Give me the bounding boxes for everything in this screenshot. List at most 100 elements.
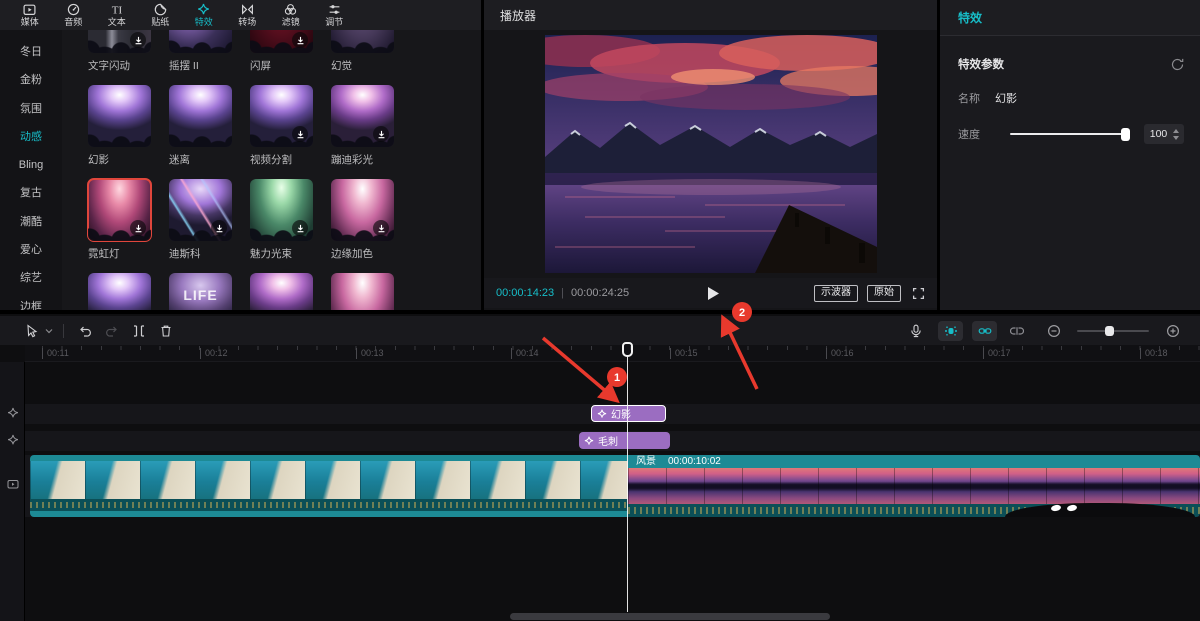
original-button[interactable]: 原始 <box>867 285 901 302</box>
video-preview[interactable] <box>545 35 877 273</box>
effect-category[interactable]: 冬日 <box>20 43 42 62</box>
video-clip-2[interactable]: 风景 00:00:10:02 <box>628 455 1200 517</box>
effect-label: 迷离 <box>169 152 232 167</box>
effect-thumbnail[interactable] <box>88 30 151 53</box>
effect-item[interactable]: 摇摆 II <box>169 30 232 85</box>
tab-transition[interactable]: 转场 <box>226 3 270 28</box>
zoom-in-icon[interactable] <box>1159 321 1186 341</box>
split-icon[interactable] <box>125 321 152 341</box>
effect-thumbnail[interactable] <box>250 179 313 241</box>
tab-effects[interactable]: 特效 <box>182 3 226 28</box>
video-clip-1[interactable] <box>30 455 628 517</box>
effect-category[interactable]: 综艺 <box>20 269 42 288</box>
tab-text[interactable]: TI 文本 <box>95 3 139 28</box>
effect-category[interactable]: 复古 <box>20 184 42 203</box>
effect-item[interactable]: 幻影 <box>88 85 151 179</box>
effect-thumbnail[interactable] <box>331 85 394 147</box>
speed-value-box[interactable]: 100 <box>1144 124 1184 144</box>
zoom-out-icon[interactable] <box>1040 321 1067 341</box>
tab-adjust[interactable]: 调节 <box>313 3 357 28</box>
tab-media[interactable]: 媒体 <box>8 3 52 28</box>
effect-thumbnail[interactable] <box>88 273 151 310</box>
effect-thumbnail[interactable] <box>331 30 394 53</box>
effect-thumbnail[interactable] <box>88 179 151 241</box>
effect-track-icon[interactable] <box>7 407 19 419</box>
effect-thumbnail[interactable] <box>88 85 151 147</box>
effect-item[interactable] <box>250 273 313 310</box>
tab-audio[interactable]: 音频 <box>52 3 96 28</box>
effect-thumbnail[interactable] <box>331 179 394 241</box>
effect-label: 幻觉 <box>331 58 394 73</box>
delete-icon[interactable] <box>152 321 179 341</box>
tab-sticker[interactable]: 贴纸 <box>139 3 183 28</box>
speed-slider-knob[interactable] <box>1121 128 1130 141</box>
effect-item[interactable]: 闪屏 <box>250 30 313 85</box>
curve-handle[interactable] <box>1066 504 1077 512</box>
play-button[interactable] <box>706 286 722 301</box>
video-track-icon[interactable] <box>7 478 19 490</box>
timeline-zoom-knob[interactable] <box>1105 326 1114 336</box>
effect-item[interactable]: 蹦迪彩光 <box>331 85 394 179</box>
effect-category[interactable]: 潮酷 <box>20 213 42 232</box>
tab-label: 贴纸 <box>151 17 169 28</box>
timeline-ruler[interactable]: 00:1100:1200:1300:1400:1500:1600:1700:18 <box>25 345 1200 362</box>
effect-thumbnail[interactable] <box>331 273 394 310</box>
effect-category[interactable]: 金粉 <box>20 71 42 90</box>
effect-clip-label: 幻影 <box>611 406 631 421</box>
speed-stepper[interactable] <box>1173 129 1179 140</box>
stepper-down-icon[interactable] <box>1173 136 1179 140</box>
effect-thumbnail[interactable] <box>250 30 313 53</box>
effect-item[interactable]: 视频分割 <box>250 85 313 179</box>
select-tool-icon[interactable] <box>20 321 42 341</box>
effect-item[interactable]: 边缘加色 <box>331 179 394 273</box>
chevron-down-icon[interactable] <box>42 321 56 341</box>
unlink-icon[interactable] <box>1003 321 1030 341</box>
redo-icon[interactable] <box>98 321 125 341</box>
horizontal-scrollbar[interactable] <box>510 613 830 620</box>
effect-category[interactable]: Bling <box>19 156 43 175</box>
effect-category[interactable]: 氛围 <box>20 100 42 119</box>
effect-item[interactable]: 魅力光束 <box>250 179 313 273</box>
effect-thumbnail[interactable] <box>250 273 313 310</box>
effect-thumbnail[interactable] <box>169 85 232 147</box>
effect-params-section: 特效参数 <box>958 56 1184 72</box>
auto-snap-icon[interactable] <box>938 321 963 341</box>
effect-item[interactable] <box>88 273 151 310</box>
effect-item[interactable]: 幻觉 <box>331 30 394 85</box>
current-time: 00:00:14:23 <box>496 287 554 299</box>
effect-item[interactable]: 霓虹灯 <box>88 179 151 273</box>
effect-thumbnail[interactable]: LIFE <box>169 273 232 310</box>
undo-icon[interactable] <box>71 321 98 341</box>
effect-clip-huanying[interactable]: 幻影 <box>591 405 666 422</box>
reset-icon[interactable] <box>1171 58 1184 71</box>
tab-filter[interactable]: 滤镜 <box>269 3 313 28</box>
effect-label: 蹦迪彩光 <box>331 152 394 167</box>
curve-handle[interactable] <box>1050 504 1061 512</box>
effect-item[interactable]: LIFE <box>169 273 232 310</box>
playhead-handle[interactable] <box>622 342 633 357</box>
effect-item[interactable] <box>331 273 394 310</box>
effect-item[interactable]: 迪斯科 <box>169 179 232 273</box>
ruler-timestamp: 00:15 <box>670 348 698 359</box>
effect-category[interactable]: 爱心 <box>20 241 42 260</box>
speed-slider[interactable] <box>1010 133 1130 135</box>
effect-category[interactable]: 动感 <box>20 128 42 147</box>
effect-thumbnail[interactable] <box>250 85 313 147</box>
fullscreen-icon[interactable] <box>912 287 925 300</box>
stepper-up-icon[interactable] <box>1173 129 1179 133</box>
effect-thumbnail[interactable] <box>169 179 232 241</box>
download-icon <box>373 220 389 236</box>
timeline-zoom-slider[interactable] <box>1077 330 1149 332</box>
effect-track-icon[interactable] <box>7 434 19 446</box>
effect-label: 魅力光束 <box>250 246 313 261</box>
oscilloscope-button[interactable]: 示波器 <box>814 285 858 302</box>
effect-item[interactable]: 迷离 <box>169 85 232 179</box>
effect-clip-maoci[interactable]: 毛刺 <box>579 432 670 449</box>
properties-tab-effects[interactable]: 特效 <box>958 9 982 26</box>
link-icon[interactable] <box>972 321 997 341</box>
effect-item[interactable]: 文字闪动 <box>88 30 151 85</box>
effect-category[interactable]: 边框 <box>20 298 42 310</box>
mic-icon[interactable] <box>902 321 929 341</box>
tab-label: 转场 <box>238 17 256 28</box>
effect-thumbnail[interactable] <box>169 30 232 53</box>
